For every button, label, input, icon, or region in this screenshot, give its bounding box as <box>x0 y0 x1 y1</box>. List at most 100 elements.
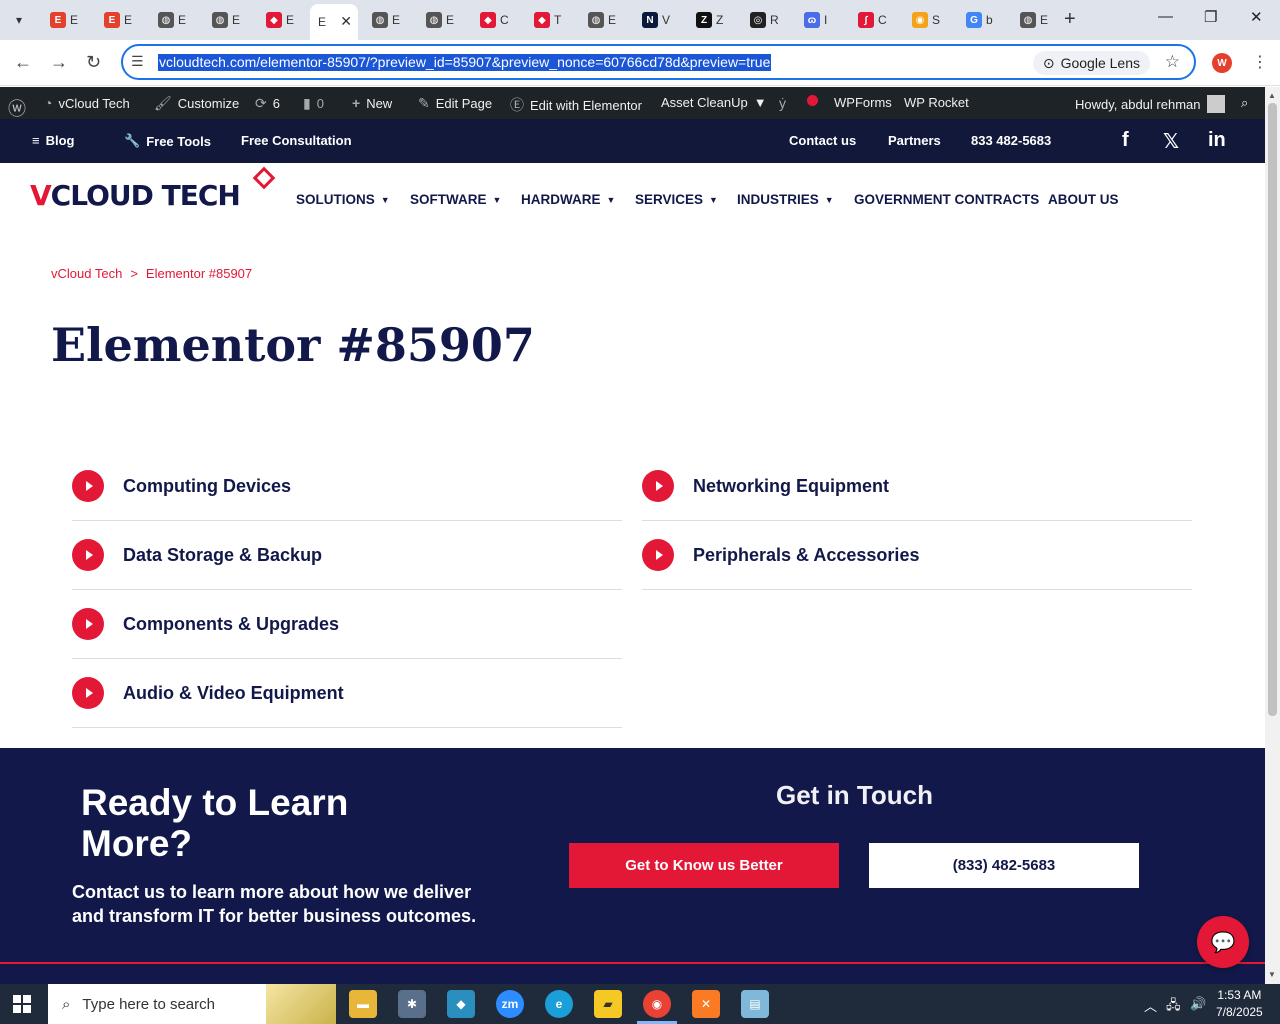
chrome-menu-icon[interactable]: ⋮ <box>1252 52 1268 72</box>
breadcrumb-home[interactable]: vCloud Tech <box>51 266 122 281</box>
minimize-icon[interactable]: — <box>1158 8 1173 25</box>
phone-button[interactable]: (833) 482-5683 <box>869 843 1139 888</box>
browser-tab[interactable]: ZZ <box>688 6 738 34</box>
tray-chevron-icon[interactable]: ︿ <box>1144 996 1157 1015</box>
browser-tab[interactable]: ɷI <box>796 6 846 34</box>
browser-tab[interactable]: ◉ S <box>904 6 954 34</box>
zoom-icon[interactable]: zm <box>496 990 524 1018</box>
network-icon[interactable]: 🖧 <box>1166 996 1181 1018</box>
browser-tab[interactable]: ◍ E <box>204 6 254 34</box>
x-twitter-icon[interactable]: 𝕏 <box>1163 129 1179 154</box>
sticky-notes-icon[interactable]: ▰ <box>594 990 622 1018</box>
wp-search-icon[interactable]: ⌕ <box>1241 95 1248 111</box>
wp-elementor-link[interactable]: Ⓔ Edit with Elementor <box>510 95 642 115</box>
back-icon[interactable]: ← <box>14 52 32 73</box>
scroll-up-icon[interactable]: ▲ <box>1268 91 1276 100</box>
reload-icon[interactable]: ↻ <box>86 52 101 73</box>
tab-search-icon[interactable]: ▾ <box>6 7 32 33</box>
browser-tab[interactable]: EE <box>42 6 92 34</box>
browser-tab[interactable]: ∫ C <box>850 6 900 34</box>
get-to-know-us-button[interactable]: Get to Know us Better <box>569 843 839 888</box>
cta-section: Ready to Learn More? Contact us to learn… <box>0 748 1265 984</box>
yoast-icon[interactable]: ẏ <box>779 95 786 111</box>
browser-tab[interactable]: ◆ T <box>526 6 576 34</box>
browser-tab[interactable]: ◍ E <box>418 6 468 34</box>
app-icon[interactable]: ▤ <box>741 990 769 1018</box>
scrollbar-thumb[interactable] <box>1268 103 1277 716</box>
partners-link[interactable]: Partners <box>888 133 941 148</box>
topbar-phone-link[interactable]: 833 482-5683 <box>971 133 1051 148</box>
wp-wpforms-link[interactable]: WPForms <box>834 95 892 110</box>
browser-tab[interactable]: ◍ E <box>150 6 200 34</box>
contact-link[interactable]: Contact us <box>789 133 856 148</box>
breadcrumb: vCloud Tech > Elementor #85907 <box>51 266 253 281</box>
app-icon[interactable]: ◆ <box>447 990 475 1018</box>
wp-new-link[interactable]: + New <box>352 95 392 111</box>
new-tab-button[interactable]: + <box>1064 8 1076 31</box>
taskbar-search-input[interactable]: ⌕ Type here to search <box>48 984 336 1024</box>
wp-site-link[interactable]: ◔ vCloud Tech <box>44 95 130 111</box>
chat-icon[interactable]: 💬 <box>1197 916 1249 968</box>
list-item[interactable]: Components & Upgrades <box>72 590 622 659</box>
tab-favicon-icon: ɷ <box>804 12 820 28</box>
app-icon[interactable]: ✱ <box>398 990 426 1018</box>
list-item[interactable]: Computing Devices <box>72 452 622 521</box>
nav-industries[interactable]: INDUSTRIES ▼ <box>737 192 834 207</box>
profile-avatar[interactable]: W <box>1212 53 1232 73</box>
browser-tab[interactable]: ◆ C <box>472 6 522 34</box>
scroll-down-icon[interactable]: ▼ <box>1268 970 1276 979</box>
browser-tab[interactable]: NV <box>634 6 684 34</box>
wp-comments-link[interactable]: ▮ 0 <box>303 95 324 112</box>
windows-start-icon[interactable] <box>13 995 31 1013</box>
list-item[interactable]: Networking Equipment <box>642 452 1192 521</box>
google-lens-button[interactable]: ⊙ Google Lens <box>1032 51 1150 75</box>
edge-icon[interactable]: e <box>545 990 573 1018</box>
browser-tab[interactable]: ◎ R <box>742 6 792 34</box>
browser-tab[interactable]: EE <box>96 6 146 34</box>
nav-solutions[interactable]: SOLUTIONS ▼ <box>296 192 390 207</box>
list-item[interactable]: Audio & Video Equipment <box>72 659 622 728</box>
browser-toolbar: ← → ↻ ☰ vcloudtech.com/elementor-85907/?… <box>0 40 1280 86</box>
wp-rocket-link[interactable]: WP Rocket <box>904 95 969 110</box>
browser-tab[interactable]: Gb <box>958 6 1008 34</box>
wordpress-logo-icon[interactable]: ⓦ <box>8 95 26 121</box>
nav-services[interactable]: SERVICES ▼ <box>635 192 718 207</box>
forward-icon[interactable]: → <box>50 52 68 73</box>
wp-howdy-menu[interactable]: Howdy, abdul rehman <box>1075 95 1225 113</box>
nav-government-contracts[interactable]: GOVERNMENT CONTRACTS <box>854 192 1039 207</box>
browser-tab[interactable]: ◆ E <box>258 6 308 34</box>
browser-tab[interactable]: ◍ E <box>1012 6 1062 34</box>
facebook-icon[interactable]: f <box>1122 129 1129 152</box>
nav-about-us[interactable]: ABOUT US <box>1048 192 1119 207</box>
tab-favicon-icon: ◆ <box>480 12 496 28</box>
wp-updates-link[interactable]: ⟳ 6 <box>255 95 280 112</box>
browser-tab[interactable]: ◍ E <box>580 6 630 34</box>
wp-asset-cleanup-link[interactable]: Asset CleanUp ▼ <box>661 95 767 110</box>
address-bar[interactable]: ☰ vcloudtech.com/elementor-85907/?previe… <box>121 44 1196 80</box>
tab-active[interactable]: E ✕ <box>310 4 358 40</box>
site-logo[interactable]: VCLOUD TECH <box>30 166 276 218</box>
site-info-icon[interactable]: ☰ <box>131 53 144 70</box>
url-text[interactable]: vcloudtech.com/elementor-85907/?preview_… <box>158 54 772 71</box>
linkedin-icon[interactable]: in <box>1208 129 1226 152</box>
chrome-icon[interactable]: ◉ <box>643 990 671 1018</box>
blog-link[interactable]: ≡ Blog <box>32 133 74 148</box>
nav-hardware[interactable]: HARDWARE ▼ <box>521 192 615 207</box>
restore-icon[interactable]: ❐ <box>1204 8 1217 26</box>
list-item[interactable]: Peripherals & Accessories <box>642 521 1192 590</box>
bookmark-star-icon[interactable]: ☆ <box>1165 52 1180 72</box>
free-tools-link[interactable]: 🔧 Free Tools <box>124 133 211 149</box>
tab-close-icon[interactable]: ✕ <box>340 13 352 30</box>
wp-edit-page-link[interactable]: ✎ Edit Page <box>418 95 492 112</box>
wp-customize-link[interactable]: 🖌 Customize <box>154 95 239 112</box>
clock[interactable]: 1:53 AM 7/8/2025 <box>1216 987 1263 1021</box>
free-consultation-link[interactable]: Free Consultation <box>241 133 352 148</box>
list-item[interactable]: Data Storage & Backup <box>72 521 622 590</box>
nav-software[interactable]: SOFTWARE ▼ <box>410 192 501 207</box>
status-dot-icon[interactable] <box>807 95 818 106</box>
close-window-icon[interactable]: ✕ <box>1250 8 1263 26</box>
volume-icon[interactable]: 🔊 <box>1190 996 1206 1012</box>
xampp-icon[interactable]: ✕ <box>692 990 720 1018</box>
file-explorer-icon[interactable]: ▬ <box>349 990 377 1018</box>
browser-tab[interactable]: ◍ E <box>364 6 414 34</box>
